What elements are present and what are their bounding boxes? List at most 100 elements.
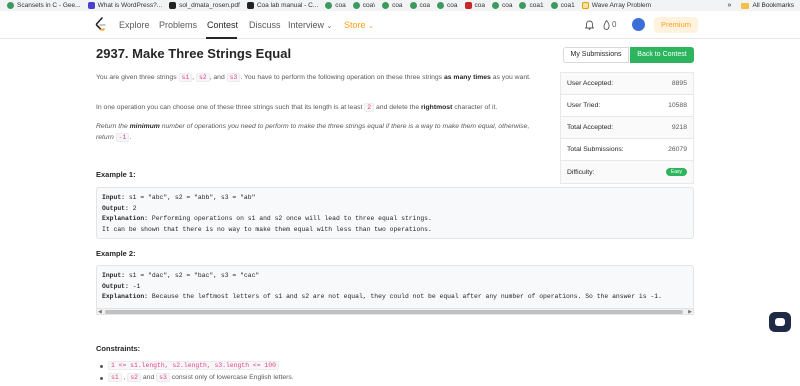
bookmark-label: coa <box>447 2 458 9</box>
bookmarks-overflow-button[interactable]: » <box>728 2 732 9</box>
bookmark-item[interactable]: coa <box>325 2 346 9</box>
text: character of it. <box>452 104 498 111</box>
bookmark-item[interactable]: What is WordPress?... <box>87 2 163 9</box>
bookmark-item[interactable]: coa <box>437 2 458 9</box>
explanation-value: Because the leftmost letters of s1 and s… <box>148 293 662 300</box>
bookmark-favicon-icon <box>352 2 360 9</box>
bookmark-favicon-icon <box>246 2 254 9</box>
constraint-1-code: 1 <= s1.length, s2.length, s3.length <= … <box>108 361 279 370</box>
top-nav: Explore Problems Contest Discuss Intervi… <box>0 11 800 39</box>
problem-paragraph-3: Return the minimum number of operations … <box>96 121 546 143</box>
text: and <box>141 374 157 381</box>
bookmark-item[interactable]: coa <box>464 2 485 9</box>
nav-problems[interactable]: Problems <box>159 20 197 30</box>
text: Return the <box>96 123 130 130</box>
bookmark-item[interactable]: coa <box>382 2 403 9</box>
bookmark-favicon-icon <box>492 2 499 9</box>
bookmark-item[interactable]: Scansets in C - Gee... <box>7 2 81 9</box>
my-submissions-button[interactable]: My Submissions <box>563 47 629 63</box>
chevron-down-icon: ⌄ <box>368 23 374 30</box>
text: . <box>129 134 132 141</box>
bookmark-favicon-icon <box>87 2 95 9</box>
bookmark-item[interactable]: coa1 <box>519 2 544 9</box>
text: , and <box>209 74 227 81</box>
stat-total-submissions: Total Submissions: 26079 <box>561 139 693 161</box>
bold-text: rightmost <box>421 104 453 111</box>
explanation-value: Performing operations on s1 and s2 once … <box>148 215 432 222</box>
nav-contest[interactable]: Contest <box>207 20 238 30</box>
back-to-contest-button[interactable]: Back to Contest <box>630 47 694 63</box>
stat-difficulty: Difficulty: Easy <box>561 161 693 183</box>
input-value: s1 = "abc", s2 = "abb", s3 = "ab" <box>125 194 256 201</box>
chat-widget-icon[interactable] <box>769 312 791 332</box>
stat-user-tried: User Tried: 10588 <box>561 95 693 117</box>
bookmarks-bar: Scansets in C - Gee... What is WordPress?… <box>0 0 800 11</box>
bookmark-label: What is WordPress?... <box>97 2 163 9</box>
horizontal-scrollbar[interactable]: ◀ ▶ <box>96 308 694 315</box>
nav-store[interactable]: Store ⌄ <box>344 20 374 30</box>
text: You are given three strings <box>96 74 179 81</box>
bookmark-favicon-icon <box>382 2 390 9</box>
bookmark-label: Coa lab manual - C... <box>256 2 319 9</box>
example-2-title: Example 2: <box>96 249 136 258</box>
explanation-label: Explanation: <box>102 293 149 300</box>
constraint-2: s1 , s2 and s3 consist only of lowercase… <box>100 373 294 382</box>
nav-explore[interactable]: Explore <box>119 20 150 30</box>
text: consist only of lowercase English letter… <box>169 374 294 381</box>
leetcode-logo-icon[interactable] <box>94 17 107 32</box>
bookmark-item[interactable]: coa <box>409 2 431 9</box>
bookmark-item[interactable]: sol_dmata_rosen.pdf <box>169 2 240 9</box>
avatar[interactable] <box>632 18 645 31</box>
folder-icon <box>741 2 750 9</box>
bookmark-label: coa1 <box>529 2 544 9</box>
input-label: Input: <box>102 272 126 279</box>
output-label: Output: <box>102 204 129 212</box>
code-s3: s3 <box>156 373 170 382</box>
bookmark-favicon-icon <box>7 2 14 9</box>
scroll-left-arrow-icon[interactable]: ◀ <box>98 309 102 315</box>
nav-discuss[interactable]: Discuss <box>249 20 281 30</box>
bookmark-item[interactable]: coa\ <box>352 2 376 9</box>
bookmark-label: coa <box>474 2 485 9</box>
bookmark-favicon-icon <box>169 2 177 9</box>
explanation-label: Explanation: <box>102 215 149 222</box>
bookmark-label: coa\ <box>362 2 376 9</box>
bookmark-item[interactable]: coa <box>492 2 512 9</box>
stats-table: User Accepted: 8895 User Tried: 10588 To… <box>560 72 694 184</box>
notification-bell-icon[interactable] <box>585 20 594 30</box>
stat-label: User Tried: <box>567 102 601 109</box>
bookmark-favicon-icon <box>519 2 527 9</box>
nav-interview[interactable]: Interview ⌄ <box>288 20 332 30</box>
problem-paragraph-1: You are given three strings s1, s2, and … <box>96 72 546 83</box>
code-s2: s2 <box>195 73 210 82</box>
all-bookmarks-button[interactable]: All Bookmarks <box>752 2 794 9</box>
bookmarks-right: » All Bookmarks <box>728 0 794 11</box>
stat-label: Difficulty: <box>567 168 595 176</box>
text: as you want. <box>490 74 531 81</box>
scrollbar-thumb[interactable] <box>105 310 683 314</box>
constraint-1: 1 <= s1.length, s2.length, s3.length <= … <box>100 361 279 370</box>
text: number of operations you need to perform… <box>96 123 530 141</box>
bookmark-item[interactable]: coa1 <box>550 2 575 9</box>
bookmark-label: coa <box>335 2 346 9</box>
fire-streak-icon[interactable] <box>603 20 610 30</box>
code-s2: s2 <box>127 373 142 382</box>
bookmark-favicon-icon <box>550 2 558 9</box>
input-label: Input: <box>102 194 126 201</box>
bookmark-item[interactable]: Wave Array Problem <box>581 2 651 9</box>
bookmark-label: coa <box>419 2 431 9</box>
premium-button[interactable]: Premium <box>654 17 698 33</box>
bookmark-label: sol_dmata_rosen.pdf <box>179 2 240 9</box>
stat-value: 9218 <box>671 124 687 131</box>
bookmark-favicon-icon <box>581 2 589 9</box>
constraints-title: Constraints: <box>96 344 141 353</box>
bookmark-item[interactable]: Coa lab manual - C... <box>246 2 319 9</box>
difficulty-badge: Easy <box>665 168 687 176</box>
nav-store-label: Store <box>344 20 366 30</box>
bookmark-favicon-icon <box>464 2 472 9</box>
scroll-right-arrow-icon[interactable]: ▶ <box>688 309 692 315</box>
bookmark-label: coa <box>502 2 513 9</box>
code-s1: s1 <box>108 373 122 382</box>
example-2-block[interactable]: Input: s1 = "dac", s2 = "bac", s3 = "cac… <box>96 265 694 309</box>
problem-paragraph-2: In one operation you can choose one of t… <box>96 102 546 113</box>
